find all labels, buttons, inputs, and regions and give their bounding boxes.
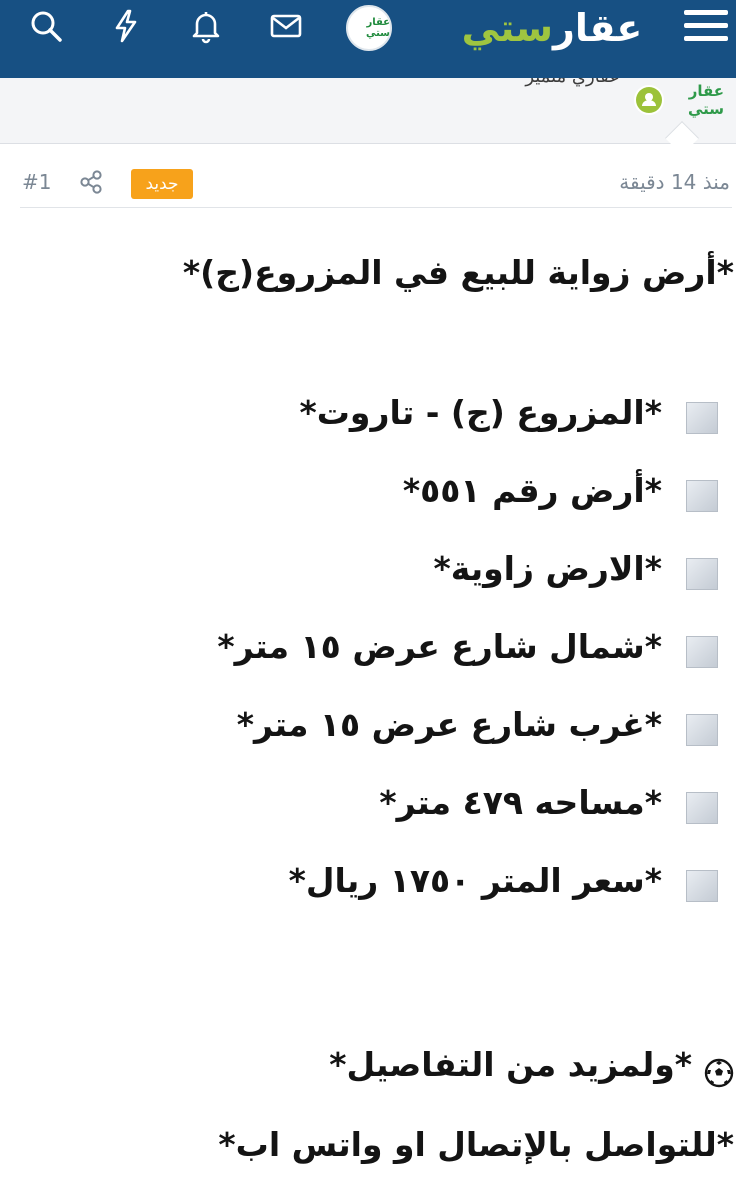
list-item-text: *أرض رقم ٥٥١* <box>402 471 662 510</box>
post-timestamp[interactable]: منذ 14 دقيقة <box>619 170 730 194</box>
square-bullet-icon <box>686 636 718 668</box>
user-avatar[interactable]: عقار ستي <box>346 5 392 51</box>
site-logo-word-1: عقار <box>552 6 643 50</box>
author-avatar[interactable]: عقار ستي <box>634 82 724 118</box>
list-item: *شمال شارع عرض ١٥ متر* <box>0 622 736 700</box>
new-badge: جديد <box>131 169 193 199</box>
author-strip: عقاري متميز عقار ستي <box>0 78 736 144</box>
list-item-text: *مساحه ٤٧٩ متر* <box>379 783 662 822</box>
post-meta-row: #1 جديد منذ 14 دقيقة <box>0 160 736 206</box>
post-number-link[interactable]: #1 <box>22 170 51 194</box>
menu-icon[interactable] <box>680 4 732 50</box>
bell-icon[interactable] <box>186 6 226 46</box>
mail-icon[interactable] <box>266 6 306 46</box>
list-item: *الارض زاوية* <box>0 544 736 622</box>
soccer-ball-icon <box>704 1052 734 1087</box>
details-list: *المزروع (ج) - تاروت* *أرض رقم ٥٥١* *الا… <box>0 388 736 934</box>
list-item: *غرب شارع عرض ١٥ متر* <box>0 700 736 778</box>
list-item-text: *المزروع (ج) - تاروت* <box>299 393 662 432</box>
more-details-line: *ولمزيد من التفاصيل* <box>329 1040 734 1090</box>
share-icon[interactable] <box>78 169 104 195</box>
contact-line: *للتواصل بالإتصال او واتس اب* <box>218 1125 734 1164</box>
square-bullet-icon <box>686 792 718 824</box>
list-item-text: *الارض زاوية* <box>433 549 662 588</box>
site-logo-word-2: ستي <box>461 6 553 50</box>
list-item: *أرض رقم ٥٥١* <box>0 466 736 544</box>
list-item-text: *شمال شارع عرض ١٥ متر* <box>217 627 662 666</box>
square-bullet-icon <box>686 402 718 434</box>
list-item: *المزروع (ج) - تاروت* <box>0 388 736 466</box>
post-body: *أرض زواية للبيع في المزروع(ج)* *المزروع… <box>0 208 736 1200</box>
square-bullet-icon <box>686 558 718 590</box>
square-bullet-icon <box>686 870 718 902</box>
lightning-icon[interactable] <box>106 6 146 46</box>
search-icon[interactable] <box>26 6 66 46</box>
square-bullet-icon <box>686 714 718 746</box>
more-details-text: *ولمزيد من التفاصيل* <box>329 1045 692 1084</box>
user-icon <box>634 85 664 115</box>
avatar-logo-text: عقار ستي <box>365 17 390 39</box>
author-logo-text: عقار ستي <box>687 82 724 118</box>
site-logo[interactable]: عقارستي <box>452 2 652 54</box>
top-navigation-bar: عقار ستي عقارستي <box>0 0 736 78</box>
post-title: *أرض زواية للبيع في المزروع(ج)* <box>182 253 734 292</box>
list-item-text: *غرب شارع عرض ١٥ متر* <box>236 705 662 744</box>
list-item-text: *سعر المتر ١٧٥٠ ريال* <box>288 861 662 900</box>
square-bullet-icon <box>686 480 718 512</box>
list-item: *سعر المتر ١٧٥٠ ريال* <box>0 856 736 934</box>
list-item: *مساحه ٤٧٩ متر* <box>0 778 736 856</box>
